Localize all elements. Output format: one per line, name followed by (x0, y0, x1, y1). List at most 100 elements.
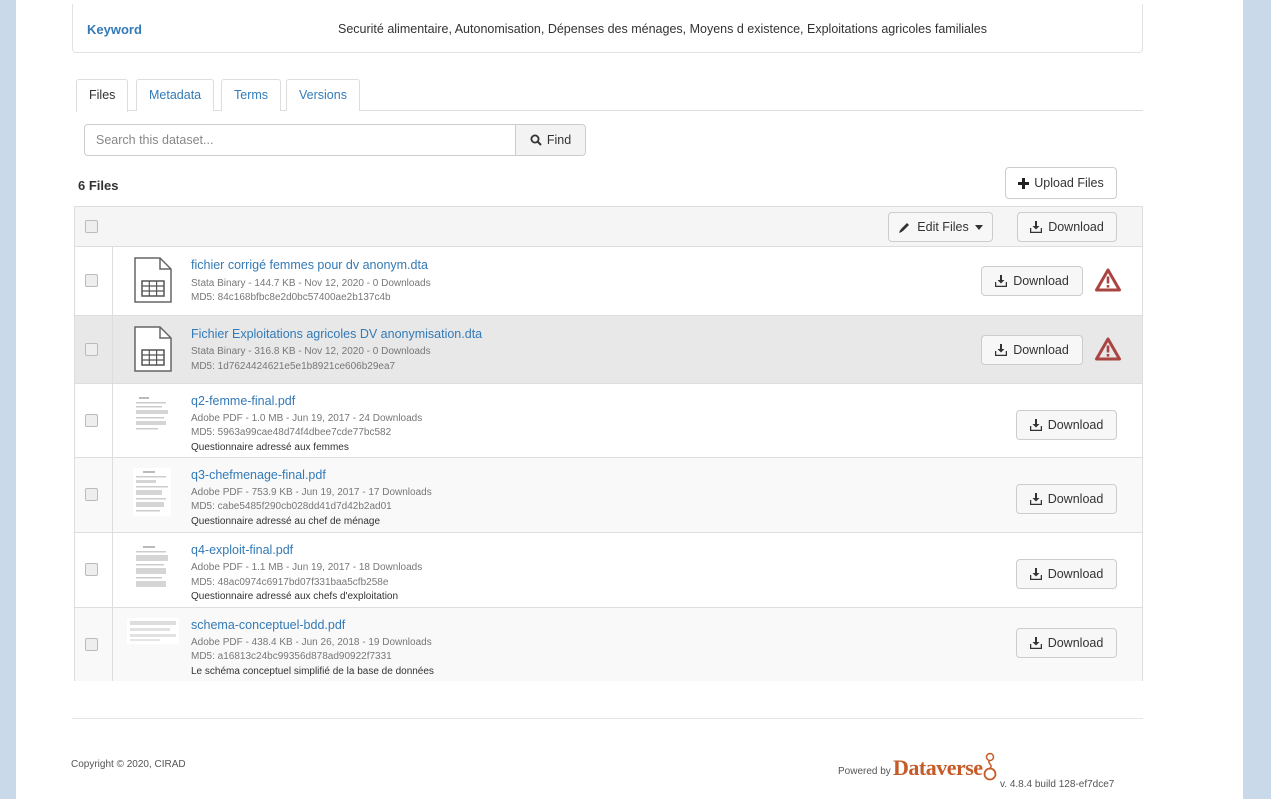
version-text: v. 4.8.4 build 128-ef7dce7 (1000, 779, 1115, 790)
files-count: 6 Files (78, 178, 119, 193)
download-icon (1030, 221, 1043, 233)
keyword-metadata-row: Keyword Securité alimentaire, Autonomisa… (72, 4, 1143, 53)
download-button[interactable]: Download (981, 266, 1083, 296)
file-name-link[interactable]: schema-conceptuel-bdd.pdf (191, 618, 345, 632)
download-icon (995, 344, 1008, 356)
file-md5: MD5: 84c168bfbc8e2d0bc57400ae2b137c4b (191, 292, 391, 303)
row-select-cell (75, 458, 113, 532)
find-button[interactable]: Find (515, 125, 585, 155)
footer-divider (72, 718, 1143, 719)
download-button[interactable]: Download (1016, 628, 1117, 658)
page: Keyword Securité alimentaire, Autonomisa… (16, 0, 1243, 799)
download-button[interactable]: Download (1016, 410, 1117, 440)
file-meta: Stata Binary - 316.8 KB - Nov 12, 2020 -… (191, 346, 431, 357)
pdf-thumbnail (133, 468, 171, 516)
file-meta: Adobe PDF - 1.0 MB - Jun 19, 2017 - 24 D… (191, 413, 423, 424)
table-row: fichier corrigé femmes pour dv anonym.dt… (75, 247, 1142, 316)
row-select-cell (75, 384, 113, 457)
find-button-label: Find (546, 133, 572, 147)
table-row: Fichier Exploitations agricoles DV anony… (75, 316, 1142, 384)
download-all-button[interactable]: Download (1017, 212, 1117, 242)
download-icon (1029, 568, 1042, 580)
dataverse-logo[interactable]: Dataverse (893, 755, 983, 781)
download-label: Download (1013, 274, 1069, 288)
file-md5: MD5: cabe5485f290cb028dd41d7d42b2ad01 (191, 501, 392, 512)
download-label: Download (1013, 343, 1069, 357)
file-md5: MD5: 48ac0974c6917bd07f331baa5cfb258e (191, 577, 389, 588)
row-select-cell (75, 533, 113, 607)
table-row: schema-conceptuel-bdd.pdf Adobe PDF - 43… (75, 608, 1142, 681)
download-icon (995, 275, 1008, 287)
file-meta: Adobe PDF - 438.4 KB - Jun 26, 2018 - 19… (191, 637, 432, 648)
file-description: Le schéma conceptuel simplifié de la bas… (191, 666, 434, 677)
row-checkbox[interactable] (85, 563, 98, 576)
download-button[interactable]: Download (1016, 559, 1117, 589)
file-md5: MD5: a16813c24bc99356d878ad90922f7331 (191, 651, 392, 662)
row-checkbox[interactable] (85, 342, 98, 356)
dataset-search: Find (84, 124, 586, 156)
table-row: q2-femme-final.pdf Adobe PDF - 1.0 MB - … (75, 384, 1142, 458)
download-icon (1029, 637, 1042, 649)
file-meta: Stata Binary - 144.7 KB - Nov 12, 2020 -… (191, 278, 431, 289)
file-name-link[interactable]: fichier corrigé femmes pour dv anonym.dt… (191, 258, 428, 272)
file-md5: MD5: 5963a99cae48d74f4dbee7cde77bc582 (191, 427, 392, 438)
edit-files-button[interactable]: Edit Files (888, 212, 993, 242)
plus-icon (1018, 177, 1030, 189)
files-table-header: Edit Files Download (75, 207, 1142, 247)
download-icon (1029, 419, 1042, 431)
pencil-icon (899, 222, 910, 233)
dataverse-logo-icon (983, 752, 997, 781)
file-meta: Adobe PDF - 1.1 MB - Jun 19, 2017 - 18 D… (191, 562, 423, 573)
select-all-checkbox[interactable] (85, 220, 98, 233)
files-table: Edit Files Download fichier corrigé femm… (74, 206, 1143, 681)
tab-metadata[interactable]: Metadata (136, 79, 215, 111)
caret-down-icon (974, 224, 983, 230)
download-label: Download (1047, 567, 1104, 581)
download-all-label: Download (1048, 220, 1104, 234)
file-meta: Adobe PDF - 753.9 KB - Jun 19, 2017 - 17… (191, 487, 432, 498)
pdf-thumbnail (133, 394, 171, 434)
row-checkbox[interactable] (85, 637, 98, 651)
file-name-link[interactable]: q3-chefmenage-final.pdf (191, 468, 326, 482)
download-button[interactable]: Download (981, 335, 1083, 365)
table-row: q3-chefmenage-final.pdf Adobe PDF - 753.… (75, 458, 1142, 533)
tabular-file-icon (134, 326, 172, 372)
dataset-tabs: Files Metadata Terms Versions (76, 79, 1143, 112)
copyright-text: Copyright © 2020, CIRAD (71, 759, 186, 770)
download-icon (1029, 493, 1042, 505)
file-description: Questionnaire adressé aux chefs d'exploi… (191, 591, 399, 602)
search-input[interactable] (85, 125, 515, 155)
warning-icon[interactable] (1095, 337, 1121, 361)
file-name-link[interactable]: q2-femme-final.pdf (191, 394, 295, 408)
tab-terms[interactable]: Terms (221, 79, 282, 111)
download-label: Download (1047, 636, 1104, 650)
file-md5: MD5: 1d7624424621e5e1b8921ce606b29ea7 (191, 361, 396, 372)
powered-by-text: Powered by (838, 766, 891, 777)
row-checkbox[interactable] (85, 274, 98, 287)
download-button[interactable]: Download (1016, 484, 1117, 514)
pdf-thumbnail (133, 543, 171, 593)
keyword-label: Keyword (87, 22, 142, 37)
edit-files-label: Edit Files (917, 220, 969, 234)
upload-files-button[interactable]: Upload Files (1005, 167, 1117, 199)
warning-icon[interactable] (1095, 268, 1121, 292)
keyword-value: Securité alimentaire, Autonomisation, Dé… (338, 22, 987, 36)
pdf-thumbnail (127, 618, 179, 644)
file-description: Questionnaire adressé au chef de ménage (191, 516, 381, 527)
upload-files-label: Upload Files (1034, 176, 1104, 190)
tab-files[interactable]: Files (76, 79, 129, 112)
row-select-cell (75, 608, 113, 681)
row-select-cell (75, 247, 113, 315)
row-select-cell (75, 316, 113, 383)
download-label: Download (1047, 492, 1104, 506)
download-label: Download (1047, 418, 1104, 432)
file-name-link[interactable]: q4-exploit-final.pdf (191, 543, 293, 557)
row-checkbox[interactable] (85, 488, 98, 501)
file-description: Questionnaire adressé aux femmes (191, 442, 349, 453)
tabular-file-icon (134, 257, 172, 303)
search-icon (530, 134, 542, 146)
tab-versions[interactable]: Versions (286, 79, 360, 111)
file-name-link[interactable]: Fichier Exploitations agricoles DV anony… (191, 327, 482, 341)
table-row: q4-exploit-final.pdf Adobe PDF - 1.1 MB … (75, 533, 1142, 608)
row-checkbox[interactable] (85, 413, 98, 427)
